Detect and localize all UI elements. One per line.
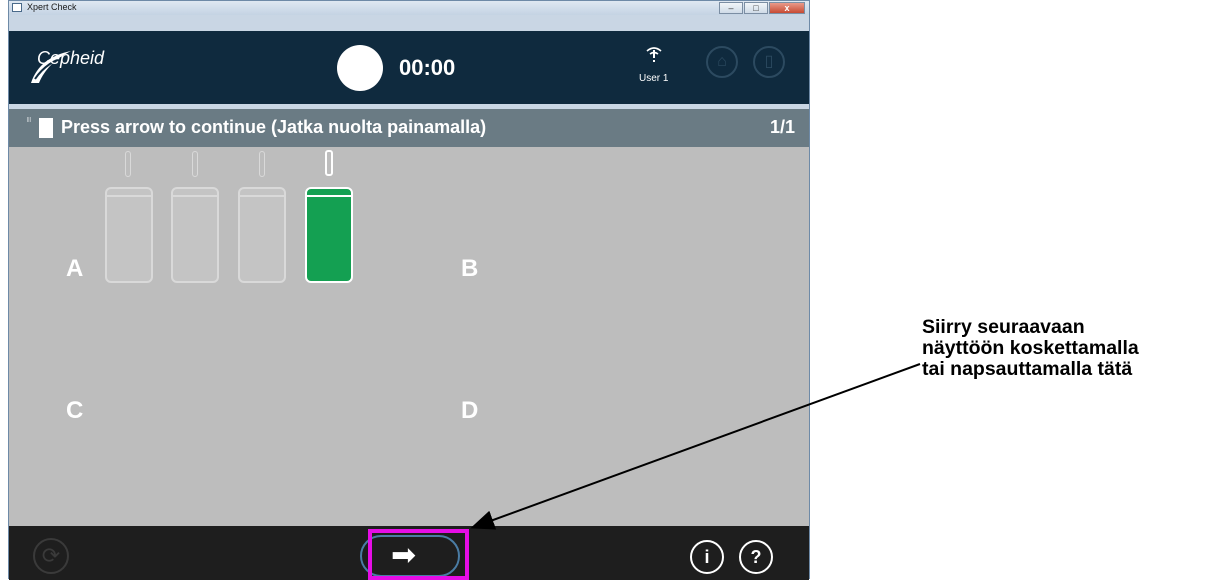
instruction-text: Press arrow to continue (Jatka nuolta pa… [61,117,487,137]
instruction-bar: ||| Press arrow to continue (Jatka nuolt… [9,109,809,147]
logo-text: Cepheid [37,48,105,68]
module-tube-4 [325,150,333,176]
app-window: Xpert Check – □ x Cepheid 00:00 User 1 ⌂… [8,0,810,580]
maximize-button[interactable]: □ [744,2,768,14]
module-tube-2 [192,151,198,177]
callout-line-3: tai napsauttamalla tätä [922,358,1133,380]
app-icon [12,3,22,12]
reload-icon[interactable]: ⟳ [33,538,69,574]
home-icon[interactable]: ⌂ [706,46,738,78]
callout-line-2: näyttöön koskettamalla [922,337,1139,359]
barcode-icon: ||| [27,117,31,123]
status-circle [337,45,383,91]
quadrant-label-a: A [66,255,84,282]
window-controls: – □ x [718,2,805,14]
user-label: User 1 [639,73,669,84]
quadrant-label-d: D [461,397,479,424]
quadrant-label-b: B [461,255,479,282]
wifi-alert-icon [645,45,663,65]
timer: 00:00 [399,55,456,80]
module-tube-1 [125,151,131,177]
footer-toolbar: ⟳ ➡ i ? [9,526,809,580]
minimize-button[interactable]: – [719,2,743,14]
module-slot-4-active[interactable] [305,187,353,283]
help-button[interactable]: ? [739,540,773,574]
module-slot-3[interactable] [238,187,286,283]
info-button[interactable]: i [690,540,724,574]
highlight-box [368,529,469,580]
quadrant-label-c: C [66,397,84,424]
callout-annotation: Siirry seuraavaan näyttöön koskettamalla… [922,317,1139,380]
window-titlebar: Xpert Check – □ x [9,1,809,15]
callout-line-1: Siirry seuraavaan [922,316,1085,338]
module-area: A B C D [9,147,809,526]
page-indicator: 1/1 [769,117,795,137]
cartridge-doc-icon [39,118,53,138]
module-slot-1[interactable] [105,187,153,283]
module-slot-2[interactable] [171,187,219,283]
cartridge-icon[interactable]: ▯ [753,46,785,78]
module-tube-3 [259,151,265,177]
app-header: Cepheid 00:00 User 1 ⌂ ▯ [9,31,809,104]
window-title: Xpert Check [27,2,77,12]
close-button[interactable]: x [769,2,805,14]
